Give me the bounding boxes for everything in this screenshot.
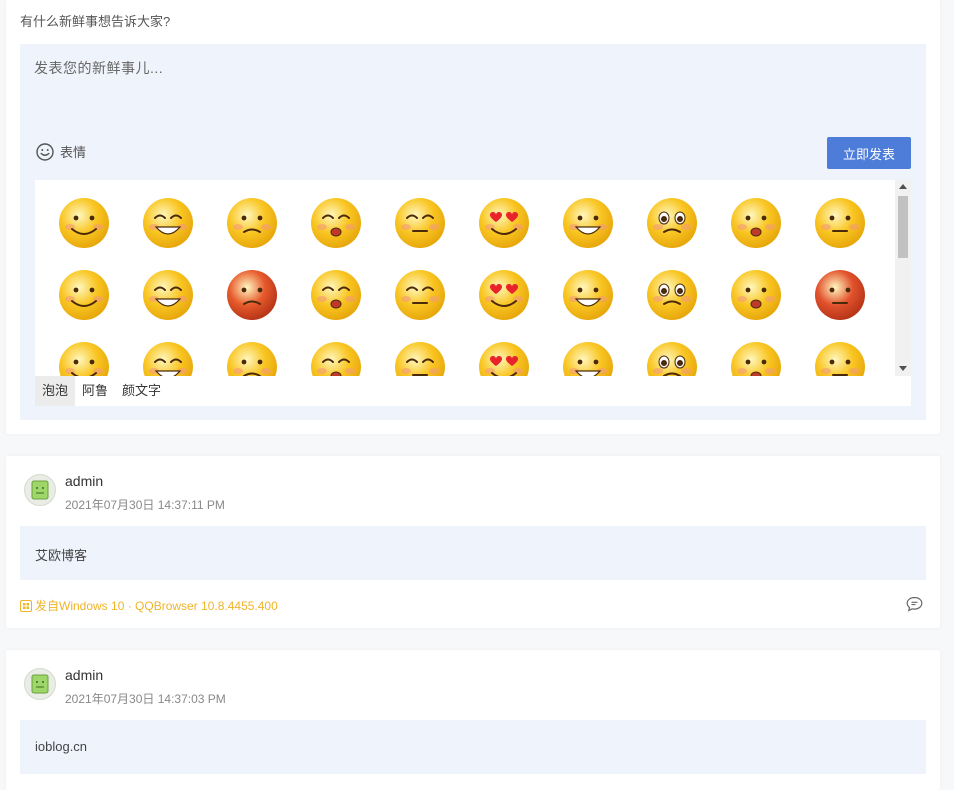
scared-emoji-icon[interactable] xyxy=(729,268,783,322)
surprised-emoji-icon[interactable] xyxy=(225,340,279,376)
comment-content: 艾欧博客 xyxy=(20,526,926,580)
comment-author[interactable]: admin xyxy=(65,473,103,489)
composer-prompt: 有什么新鲜事想告诉大家? xyxy=(20,14,171,29)
blush-hand-emoji-icon[interactable] xyxy=(57,340,111,376)
pleading-emoji-icon[interactable] xyxy=(645,196,699,250)
emoji-grid xyxy=(35,180,895,376)
emoji-tabs: 泡泡 阿鲁 颜文字 xyxy=(35,376,911,406)
annoyed-emoji-icon[interactable] xyxy=(729,340,783,376)
submit-post-button[interactable]: 立即发表 xyxy=(827,137,911,169)
unhappy-emoji-icon[interactable] xyxy=(141,268,195,322)
comment-source: 发自Windows 10 · QQBrowser 10.8.4455.400 xyxy=(20,597,278,614)
hand-over-mouth-emoji-icon[interactable] xyxy=(729,196,783,250)
post-textarea[interactable]: 发表您的新鲜事儿... xyxy=(34,58,163,78)
emoji-toggle-label: 表情 xyxy=(60,145,87,160)
tab-paopao[interactable]: 泡泡 xyxy=(35,376,76,406)
composer-editor: 发表您的新鲜事儿... 表情 立即发表 泡泡 阿鲁 颜文字 xyxy=(20,44,926,420)
comment-time: 2021年07月30日 14:37:11 PM xyxy=(65,498,225,512)
scroll-thumb[interactable] xyxy=(898,196,908,258)
avatar[interactable] xyxy=(24,668,56,700)
reply-icon[interactable] xyxy=(906,596,923,612)
emoji-panel: 泡泡 阿鲁 颜文字 xyxy=(35,180,911,406)
shocked-emoji-icon[interactable] xyxy=(813,340,867,376)
screaming-emoji-icon[interactable] xyxy=(645,340,699,376)
crying-emoji-icon[interactable] xyxy=(477,268,531,322)
comment-source-text: 发自Windows 10 · QQBrowser 10.8.4455.400 xyxy=(35,599,278,613)
doubtful-emoji-icon[interactable] xyxy=(561,196,615,250)
question-mark-emoji-icon[interactable] xyxy=(477,340,531,376)
awkward-grin-emoji-icon[interactable] xyxy=(393,268,447,322)
smirk-emoji-icon[interactable] xyxy=(813,196,867,250)
grumpy-emoji-icon[interactable] xyxy=(393,340,447,376)
heart-eyes-kiss-emoji-icon[interactable] xyxy=(477,196,531,250)
comment-content: ioblog.cn xyxy=(20,720,926,774)
avatar[interactable] xyxy=(24,474,56,506)
red-smug-emoji-icon[interactable] xyxy=(813,268,867,322)
cold-sweat-emoji-icon[interactable] xyxy=(309,268,363,322)
comment-text: ioblog.cn xyxy=(35,739,88,754)
tongue-out-emoji-icon[interactable] xyxy=(225,196,279,250)
big-grin-emoji-icon[interactable] xyxy=(141,196,195,250)
scroll-up-arrow-icon[interactable] xyxy=(899,184,907,189)
scroll-down-arrow-icon[interactable] xyxy=(899,366,907,371)
comment-text: 艾欧博客 xyxy=(35,548,88,563)
angry-grit-emoji-icon[interactable] xyxy=(225,268,279,322)
emoji-scrollbar[interactable] xyxy=(895,180,911,376)
dizzy-emoji-icon[interactable] xyxy=(561,340,615,376)
emoji-toggle-button[interactable]: 表情 xyxy=(36,142,86,161)
smile-icon xyxy=(36,142,54,161)
vomit-emoji-icon[interactable] xyxy=(645,268,699,322)
cool-sunglasses-emoji-icon[interactable] xyxy=(141,340,195,376)
sweat-squint-emoji-icon[interactable] xyxy=(309,340,363,376)
post-composer-card: 有什么新鲜事想告诉大家? 发表您的新鲜事儿... 表情 立即发表 泡泡 阿鲁 颜… xyxy=(6,0,940,434)
tab-alu[interactable]: 阿鲁 xyxy=(75,376,115,406)
comment-card: admin 2021年07月30日 14:37:11 PM 艾欧博客 发自Win… xyxy=(6,456,940,628)
pointing-angry-emoji-icon[interactable] xyxy=(561,268,615,322)
cover-face-laugh-emoji-icon[interactable] xyxy=(309,196,363,250)
laughing-squint-emoji-icon[interactable] xyxy=(393,196,447,250)
windows-icon xyxy=(20,599,32,612)
comment-card: admin 2021年07月30日 14:37:03 PM ioblog.cn xyxy=(6,650,940,790)
grin-teeth-emoji-icon[interactable] xyxy=(57,268,111,322)
tab-kaomoji[interactable]: 颜文字 xyxy=(115,376,168,406)
smile-emoji-icon[interactable] xyxy=(57,196,111,250)
comment-author[interactable]: admin xyxy=(65,667,103,683)
comment-time: 2021年07月30日 14:37:03 PM xyxy=(65,692,226,706)
